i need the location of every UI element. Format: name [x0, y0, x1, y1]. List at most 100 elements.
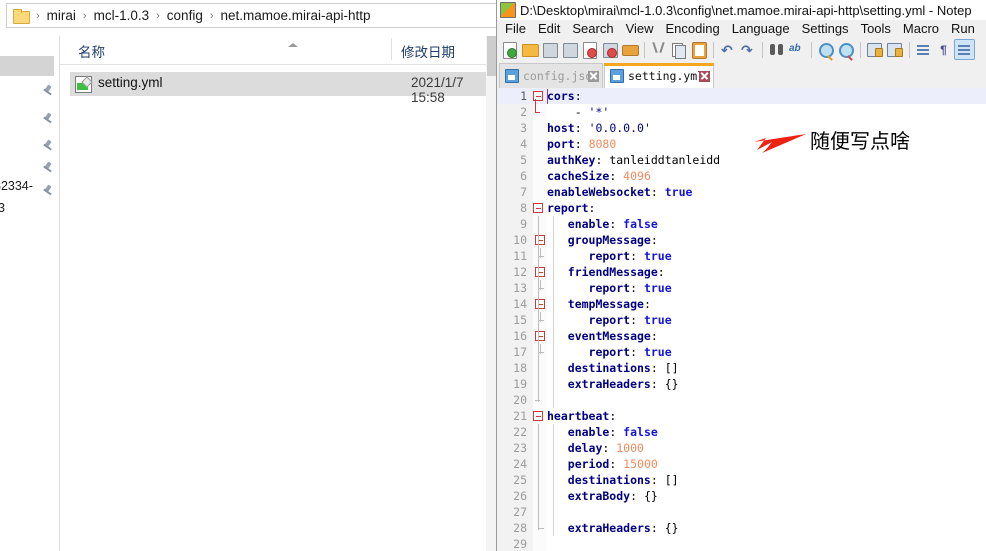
column-header-date-modified[interactable]: 修改日期 — [401, 41, 455, 61]
editor-line[interactable]: 28 extraHeaders: {} — [497, 520, 986, 536]
fold-guide-line — [538, 424, 539, 530]
save-icon[interactable] — [540, 40, 559, 59]
code-editor[interactable]: 1 cors: 2 - '*' 3 host: '0.0.0.0' 4 port: 8080… — [497, 88, 986, 551]
editor-line[interactable]: 16 eventMessage: — [497, 328, 986, 344]
fold-toggle-icon[interactable] — [535, 267, 545, 277]
close-tab-icon[interactable] — [699, 70, 710, 82]
table-row[interactable]: setting.yml 2021/1/7 15:58 — [70, 72, 494, 105]
breadcrumb-item-mirai[interactable]: mirai — [44, 8, 79, 23]
tab-setting-yml[interactable]: setting.yml — [604, 63, 714, 88]
fold-toggle-icon[interactable] — [533, 203, 543, 213]
editor-lines[interactable]: 1 cors: 2 - '*' 3 host: '0.0.0.0' 4 port: 8080… — [497, 88, 986, 551]
scrollbar-thumb[interactable] — [487, 36, 496, 76]
editor-line[interactable]: 18 destinations: [] — [497, 360, 986, 376]
undo-icon[interactable]: ↶ — [718, 40, 737, 59]
column-divider[interactable] — [391, 38, 392, 60]
word-wrap-icon[interactable] — [914, 40, 933, 59]
editor-line[interactable]: 12 friendMessage: — [497, 264, 986, 280]
pin-icon[interactable] — [42, 113, 54, 125]
save-all-icon[interactable] — [560, 40, 579, 59]
pin-icon[interactable] — [42, 185, 54, 197]
fold-toggle-icon[interactable] — [535, 235, 545, 245]
editor-line[interactable]: 8 report: — [497, 200, 986, 216]
editor-line[interactable]: 1 cors: — [497, 88, 986, 104]
menu-item-view[interactable]: View — [620, 21, 660, 36]
menu-item-macro[interactable]: Macro — [897, 21, 945, 36]
menu-item-settings[interactable]: Settings — [796, 21, 855, 36]
editor-line[interactable]: 13 report: true — [497, 280, 986, 296]
nav-selected-item[interactable] — [0, 56, 54, 76]
menu-item-tools[interactable]: Tools — [855, 21, 897, 36]
pane-divider — [59, 36, 60, 551]
editor-line[interactable]: 27 — [497, 504, 986, 520]
breadcrumb-item-mcl[interactable]: mcl-1.0.3 — [91, 8, 153, 23]
editor-line[interactable]: 11 report: true — [497, 248, 986, 264]
editor-line[interactable]: 25 destinations: [] — [497, 472, 986, 488]
editor-line[interactable]: 14 tempMessage: — [497, 296, 986, 312]
sync-vertical-icon[interactable] — [865, 40, 884, 59]
code-token: : [] — [650, 361, 679, 375]
code-token: : — [650, 233, 658, 247]
menu-item-language[interactable]: Language — [726, 21, 796, 36]
column-header-name[interactable]: 名称 — [78, 41, 105, 61]
breadcrumb-item-package[interactable]: net.mamoe.mirai-api-http — [218, 8, 374, 23]
menu-item-encoding[interactable]: Encoding — [660, 21, 726, 36]
editor-line[interactable]: 9 enable: false — [497, 216, 986, 232]
new-file-icon[interactable] — [500, 40, 519, 59]
folder-icon — [13, 9, 30, 24]
indent-guide-icon[interactable] — [954, 39, 975, 60]
pin-icon[interactable] — [42, 140, 54, 152]
breadcrumb[interactable]: › mirai › mcl-1.0.3 › config › net.mamoe… — [6, 3, 498, 28]
show-all-chars-icon[interactable]: ¶ — [934, 40, 953, 59]
editor-line[interactable]: 5 authKey: tanleiddtanleidd — [497, 152, 986, 168]
zoom-in-icon[interactable] — [816, 40, 835, 61]
redo-icon[interactable]: ↷ — [738, 40, 757, 59]
code-token: enableWebsocket — [547, 185, 651, 199]
editor-line[interactable]: 21 heartbeat: — [497, 408, 986, 424]
close-tab-icon[interactable] — [588, 70, 599, 82]
tab-config-json[interactable]: config.json — [499, 63, 603, 88]
fold-toggle-icon[interactable] — [535, 331, 545, 341]
menu-item-run[interactable]: Run — [945, 21, 981, 36]
paste-icon[interactable] — [689, 40, 708, 59]
editor-line[interactable]: 17 report: true — [497, 344, 986, 360]
code-token: : — [650, 329, 658, 343]
close-all-icon[interactable] — [600, 40, 619, 59]
editor-line[interactable]: 20 — [497, 392, 986, 408]
editor-line[interactable]: 15 report: true — [497, 312, 986, 328]
editor-line[interactable]: 24 period: 15000 — [497, 456, 986, 472]
menu-item-plugins[interactable]: Plu — [981, 21, 986, 36]
editor-line[interactable]: 23 delay: 1000 — [497, 440, 986, 456]
open-file-icon[interactable] — [520, 40, 539, 59]
menu-item-file[interactable]: File — [497, 21, 532, 36]
code-text: delay: 1000 — [547, 440, 644, 456]
editor-line[interactable]: 4 port: 8080 — [497, 136, 986, 152]
print-icon[interactable] — [620, 40, 639, 59]
menu-item-edit[interactable]: Edit — [532, 21, 566, 36]
cut-icon[interactable] — [649, 40, 668, 59]
close-icon[interactable] — [580, 40, 599, 59]
editor-line[interactable]: 6 cacheSize: 4096 — [497, 168, 986, 184]
editor-line[interactable]: 29 — [497, 536, 986, 551]
editor-line[interactable]: 22 enable: false — [497, 424, 986, 440]
editor-line[interactable]: 19 extraHeaders: {} — [497, 376, 986, 392]
editor-line[interactable]: 2 - '*' — [497, 104, 986, 120]
zoom-out-icon[interactable] — [836, 40, 855, 61]
replace-icon[interactable]: ab — [787, 40, 806, 59]
nav-item-label-truncated[interactable]: 82334- — [0, 179, 33, 193]
find-icon[interactable] — [767, 40, 786, 59]
editor-line[interactable]: 26 extraBody: {} — [497, 488, 986, 504]
breadcrumb-item-config[interactable]: config — [164, 8, 206, 23]
editor-line[interactable]: 10 groupMessage: — [497, 232, 986, 248]
pin-icon[interactable] — [42, 162, 54, 174]
sync-horizontal-icon[interactable] — [885, 40, 904, 59]
editor-line[interactable]: 7 enableWebsocket: true — [497, 184, 986, 200]
fold-toggle-icon[interactable] — [533, 411, 543, 421]
nav-item-label-truncated[interactable]: 3 — [0, 201, 5, 215]
menu-item-search[interactable]: Search — [566, 21, 619, 36]
pin-icon[interactable] — [42, 85, 54, 97]
copy-icon[interactable] — [669, 40, 688, 59]
editor-line[interactable]: 3 host: '0.0.0.0' — [497, 120, 986, 136]
fold-toggle-icon[interactable] — [535, 299, 545, 309]
breadcrumb-separator: › — [156, 9, 160, 22]
